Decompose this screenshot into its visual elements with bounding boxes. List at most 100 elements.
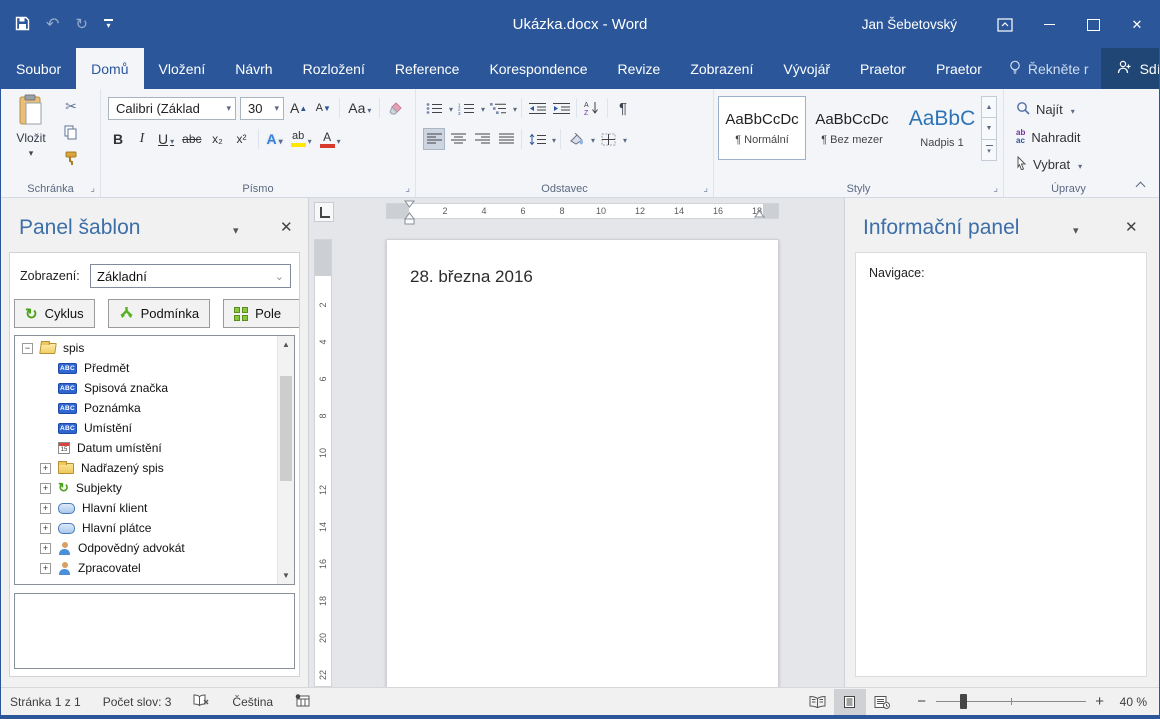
horizontal-ruler[interactable]: 24681012141618 xyxy=(386,203,779,219)
tree-item[interactable]: −spis xyxy=(15,338,277,358)
clipboard-dialog-launcher-icon[interactable] xyxy=(90,184,95,194)
style-card[interactable]: AaBbCcDc¶ Normální xyxy=(718,96,806,160)
tree-item[interactable]: +Odpovědný advokát xyxy=(15,538,277,558)
tree-item[interactable]: +Hlavní plátce xyxy=(15,518,277,538)
justify-icon[interactable] xyxy=(495,128,517,150)
text-effects-button[interactable]: A xyxy=(265,128,285,151)
italic-button[interactable]: I xyxy=(132,128,152,151)
increase-indent-icon[interactable] xyxy=(550,97,572,119)
tab-dom-1[interactable]: Domů xyxy=(76,48,143,89)
zoom-thumb[interactable] xyxy=(960,694,967,709)
tree-item[interactable]: +Subjekty xyxy=(15,478,277,498)
bullets-icon[interactable] xyxy=(423,97,445,119)
tree-item[interactable]: ABCSpisová značka xyxy=(15,378,277,398)
line-spacing-dropdown[interactable] xyxy=(550,130,556,148)
multilevel-list-icon[interactable] xyxy=(487,97,509,119)
tab-zobrazen-8[interactable]: Zobrazení xyxy=(675,48,768,89)
ribbon-display-options-icon[interactable] xyxy=(983,1,1027,48)
bold-button[interactable]: B xyxy=(108,128,128,151)
document-page[interactable]: 28. března 2016 xyxy=(386,239,779,687)
print-layout-icon[interactable] xyxy=(834,689,866,715)
zoom-out-icon[interactable]: − xyxy=(914,693,930,710)
tab-soubor-0[interactable]: Soubor xyxy=(1,48,76,89)
tree-scrollbar[interactable]: ▲ ▼ xyxy=(277,336,294,584)
subscript-button[interactable]: x₂ xyxy=(208,128,228,151)
paste-button[interactable]: Vložit xyxy=(7,94,55,172)
template-panel-close-icon[interactable] xyxy=(280,218,293,236)
document-text[interactable]: 28. března 2016 xyxy=(410,267,533,287)
share-button[interactable]: Sdílet xyxy=(1101,48,1160,89)
proofing-icon[interactable] xyxy=(193,693,210,710)
superscript-button[interactable]: x² xyxy=(232,128,252,151)
style-card[interactable]: AaBbCNadpis 1 xyxy=(898,96,986,160)
tab-reference-5[interactable]: Reference xyxy=(380,48,475,89)
tab-praetor-11[interactable]: Praetor xyxy=(921,48,997,89)
grow-font-button[interactable]: A▲ xyxy=(288,97,309,120)
tree-item[interactable]: ABCPředmět xyxy=(15,358,277,378)
tell-me-box[interactable]: Řekněte r xyxy=(997,48,1101,89)
clear-formatting-icon[interactable] xyxy=(386,97,406,120)
numbering-dropdown[interactable] xyxy=(479,99,485,117)
read-mode-icon[interactable] xyxy=(802,689,834,715)
bullets-dropdown[interactable] xyxy=(447,99,453,117)
zoom-in-icon[interactable]: + xyxy=(1092,693,1108,710)
sort-icon[interactable]: AZ xyxy=(581,97,603,119)
tab-vloen-2[interactable]: Vložení xyxy=(144,48,221,89)
style-card[interactable]: AaBbCcDc¶ Bez mezer xyxy=(808,96,896,160)
strikethrough-button[interactable]: abc xyxy=(180,128,203,151)
borders-icon[interactable] xyxy=(597,128,619,150)
paragraph-dialog-launcher-icon[interactable] xyxy=(703,184,708,194)
tree-item[interactable]: +Zpracovatel xyxy=(15,558,277,578)
close-button[interactable] xyxy=(1115,1,1159,48)
vertical-ruler[interactable]: 246810121416182022 xyxy=(314,239,332,687)
tree-expander-icon[interactable]: + xyxy=(40,543,51,554)
tree-item[interactable]: +Nadřazený spis xyxy=(15,458,277,478)
tree-expander-icon[interactable]: + xyxy=(40,503,51,514)
underline-button[interactable]: U xyxy=(156,128,176,151)
condition-button[interactable]: Podmínka xyxy=(108,299,211,328)
copy-icon[interactable] xyxy=(61,123,81,141)
template-panel-menu-icon[interactable] xyxy=(233,224,239,237)
font-size-combo[interactable]: 30 xyxy=(240,97,284,120)
format-painter-icon[interactable] xyxy=(61,149,81,167)
tab-revize-7[interactable]: Revize xyxy=(603,48,676,89)
cycle-button[interactable]: Cyklus xyxy=(14,299,95,328)
font-name-combo[interactable]: Calibri (Základ xyxy=(108,97,236,120)
macro-record-icon[interactable] xyxy=(295,694,310,710)
indent-markers-icon[interactable] xyxy=(403,200,416,226)
tab-rozloen-4[interactable]: Rozložení xyxy=(288,48,380,89)
styles-dialog-launcher-icon[interactable] xyxy=(993,184,998,194)
account-name[interactable]: Jan Šebetovský xyxy=(862,17,957,32)
word-count[interactable]: Počet slov: 3 xyxy=(103,695,172,709)
language-indicator[interactable]: Čeština xyxy=(232,695,273,709)
scroll-down-icon[interactable]: ▼ xyxy=(278,568,294,583)
tree-item[interactable]: +Hlavní klient xyxy=(15,498,277,518)
field-button[interactable]: Pole xyxy=(223,299,300,328)
zoom-level[interactable]: 40 % xyxy=(1120,695,1147,709)
cut-icon[interactable] xyxy=(61,97,81,115)
zoom-slider[interactable]: − + xyxy=(914,693,1108,710)
maximize-button[interactable] xyxy=(1071,1,1115,48)
scroll-up-icon[interactable]: ▲ xyxy=(278,337,294,352)
replace-button[interactable]: ab ac Nahradit xyxy=(1016,126,1080,148)
highlight-button[interactable]: ab xyxy=(289,128,314,151)
line-spacing-icon[interactable] xyxy=(526,128,548,150)
shading-dropdown[interactable] xyxy=(589,130,595,148)
tab-vvoj-9[interactable]: Vývojář xyxy=(768,48,845,89)
tree-expander-icon[interactable]: − xyxy=(22,343,33,354)
find-button[interactable]: Najít xyxy=(1016,98,1075,120)
change-case-button[interactable]: Aa xyxy=(346,97,373,120)
show-marks-icon[interactable] xyxy=(612,97,634,119)
shrink-font-button[interactable]: A▼ xyxy=(313,97,333,120)
info-panel-menu-icon[interactable] xyxy=(1073,224,1079,237)
scroll-thumb[interactable] xyxy=(280,376,292,481)
multilevel-dropdown[interactable] xyxy=(511,99,517,117)
tree-expander-icon[interactable]: + xyxy=(40,563,51,574)
select-button[interactable]: Vybrat xyxy=(1016,153,1082,175)
tree-expander-icon[interactable]: + xyxy=(40,463,51,474)
styles-more-icon[interactable] xyxy=(981,139,997,161)
borders-dropdown[interactable] xyxy=(621,130,627,148)
font-dialog-launcher-icon[interactable] xyxy=(405,184,410,194)
web-layout-icon[interactable] xyxy=(866,689,898,715)
tab-praetor-10[interactable]: Praetor xyxy=(845,48,921,89)
